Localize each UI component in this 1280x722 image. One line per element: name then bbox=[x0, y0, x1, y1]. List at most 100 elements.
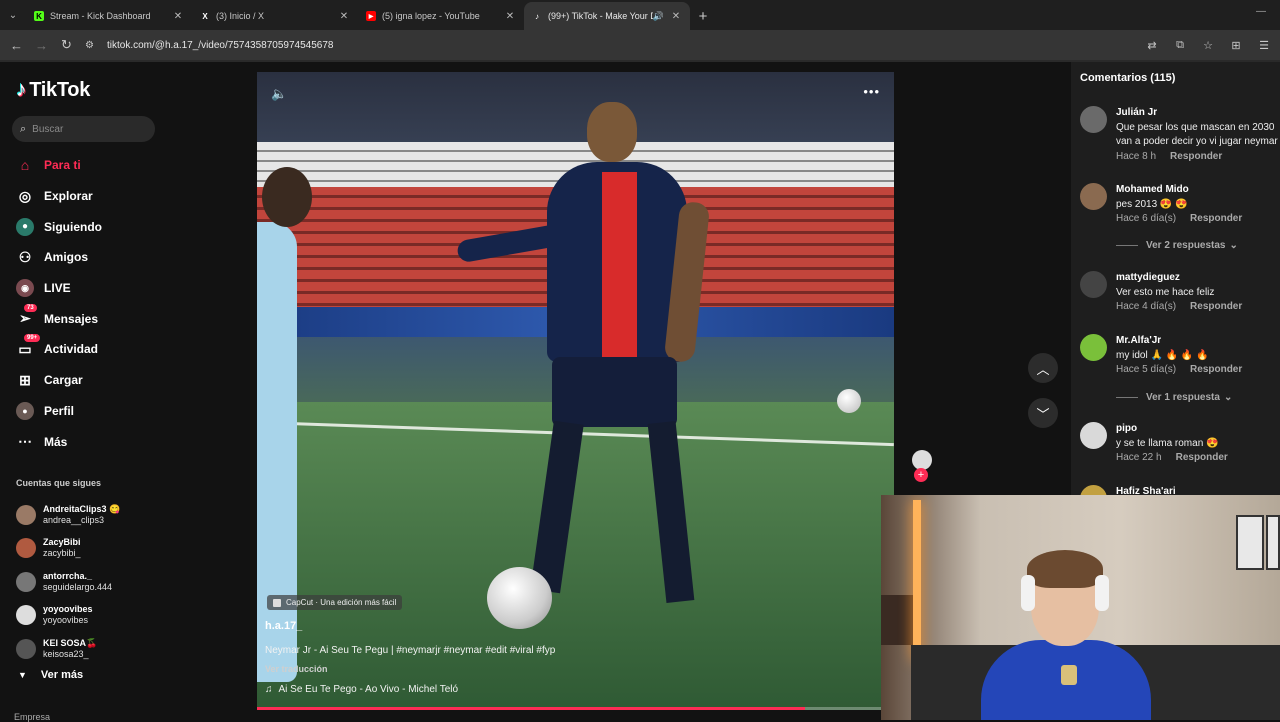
bookmark-star-icon[interactable]: ☆ bbox=[1194, 39, 1222, 52]
reply-button[interactable]: Responder bbox=[1190, 213, 1242, 224]
webcam-led-light bbox=[913, 500, 921, 660]
browser-tab-kick[interactable]: K Stream - Kick Dashboard ✕ bbox=[26, 2, 192, 30]
comment-user[interactable]: mattydieguez bbox=[1116, 271, 1242, 286]
tab-close-icon[interactable]: ✕ bbox=[504, 11, 516, 22]
volume-icon[interactable]: 🔈 bbox=[271, 86, 287, 102]
view-replies-button[interactable]: Ver 2 respuestas ⌄ bbox=[1116, 240, 1238, 251]
reply-button[interactable]: Responder bbox=[1176, 452, 1228, 463]
see-translation-link[interactable]: Ver traducción bbox=[265, 664, 328, 674]
following-item[interactable]: AndreitaClips3 😋 andrea__clips3 bbox=[16, 498, 120, 532]
translate-icon[interactable]: ⇄ bbox=[1138, 39, 1166, 52]
browser-tab-x[interactable]: X (3) Inicio / X ✕ bbox=[192, 2, 358, 30]
reply-button[interactable]: Responder bbox=[1190, 364, 1242, 375]
tab-close-icon[interactable]: ✕ bbox=[338, 11, 350, 22]
toolbar-icons: ⇄ ⧉ ☆ ⊞ ☰ bbox=[1138, 39, 1278, 52]
creator-avatar[interactable] bbox=[912, 450, 932, 470]
sidebar-item-label: Explorar bbox=[44, 189, 93, 204]
sidebar-item-perfil[interactable]: ● Perfil bbox=[16, 396, 102, 427]
sidebar-item-para-ti[interactable]: ⌂ Para ti bbox=[16, 150, 102, 181]
youtube-icon: ▶ bbox=[366, 11, 376, 21]
video-description: Neymar Jr - Ai Seu Te Pegu | #neymarjr #… bbox=[265, 645, 556, 656]
previous-video-button[interactable]: ︿ bbox=[1028, 353, 1058, 383]
next-video-button[interactable]: ﹀ bbox=[1028, 398, 1058, 428]
following-name: antorrcha._ bbox=[43, 570, 93, 581]
extensions-icon[interactable]: ⊞ bbox=[1222, 39, 1250, 52]
following-item[interactable]: antorrcha._ seguidelargo.444 bbox=[16, 565, 120, 599]
reply-button[interactable]: Responder bbox=[1190, 301, 1242, 312]
browser-toolbar: ← → ↻ ⚙ tiktok.com/@h.a.17_/video/757435… bbox=[0, 30, 1280, 60]
tab-close-icon[interactable]: ✕ bbox=[172, 11, 184, 22]
video-author[interactable]: h.a.17_ bbox=[265, 620, 302, 632]
sidebar-item-label: Cargar bbox=[44, 373, 83, 388]
comment-text: my idol 🙏 🔥 🔥 🔥 bbox=[1116, 349, 1209, 361]
site-info-icon[interactable]: ⚙ bbox=[85, 40, 103, 51]
sidebar-item-mas[interactable]: ⋯ Más bbox=[16, 426, 102, 457]
avatar[interactable] bbox=[1080, 422, 1107, 449]
following-item[interactable]: yoyoovibes yoyoovibes bbox=[16, 599, 120, 633]
sidebar-item-label: Mensajes bbox=[44, 311, 99, 326]
tab-audio-icon[interactable]: 🔊 bbox=[653, 11, 664, 22]
sidebar-item-mensajes[interactable]: ➢ 73 Mensajes bbox=[16, 303, 102, 334]
comment-user[interactable]: pipo bbox=[1116, 422, 1228, 437]
search-input[interactable]: ⌕ Buscar bbox=[12, 116, 155, 142]
sidebar-item-label: Perfil bbox=[44, 403, 75, 418]
video-progress-bar[interactable] bbox=[257, 707, 894, 710]
comment-user[interactable]: Julián Jr bbox=[1116, 106, 1278, 121]
reply-button[interactable]: Responder bbox=[1170, 151, 1222, 162]
minimize-icon[interactable]: — bbox=[1256, 6, 1266, 17]
view-replies-button[interactable]: Ver 1 respuesta ⌄ bbox=[1116, 392, 1232, 403]
comment-text: pes 2013 😍 😍 bbox=[1116, 198, 1188, 210]
tab-title: (3) Inicio / X bbox=[216, 11, 265, 21]
tab-title: Stream - Kick Dashboard bbox=[50, 11, 151, 21]
following-item[interactable]: ZacyBibi zacybibi_ bbox=[16, 532, 120, 566]
comment-user[interactable]: Mohamed Mido bbox=[1116, 183, 1242, 198]
avatar[interactable] bbox=[1080, 183, 1107, 210]
footer-link[interactable]: Empresa bbox=[14, 712, 50, 722]
divider bbox=[1116, 397, 1138, 398]
tiktok-logo[interactable]: ♪ TikTok bbox=[16, 78, 90, 102]
capcut-icon bbox=[273, 598, 281, 607]
sidebar-item-explorar[interactable]: ◎ Explorar bbox=[16, 181, 102, 212]
video-frame-player-stripe bbox=[602, 172, 637, 362]
sidebar-item-amigos[interactable]: ⚇ Amigos bbox=[16, 242, 102, 273]
comment-text: Ver esto me hace feliz bbox=[1116, 286, 1215, 298]
browser-tabbar: ⌄ K Stream - Kick Dashboard ✕ X (3) Inic… bbox=[0, 0, 1280, 30]
new-tab-button[interactable]: + bbox=[690, 2, 716, 30]
music-link[interactable]: ♫ Ai Se Eu Te Pego - Ao Vivo - Michel Te… bbox=[265, 684, 458, 695]
tab-close-icon[interactable]: ✕ bbox=[670, 11, 682, 22]
back-icon[interactable]: ← bbox=[4, 38, 29, 53]
comment-text: y se te llama roman 😍 bbox=[1116, 437, 1219, 449]
comment-user[interactable]: Mr.Alfa'Jr bbox=[1116, 334, 1242, 349]
headset-icon bbox=[1095, 575, 1109, 611]
more-options-icon[interactable]: ••• bbox=[863, 84, 880, 99]
follow-plus-icon[interactable]: + bbox=[914, 468, 928, 482]
sidebar-item-siguiendo[interactable]: ● Siguiendo bbox=[16, 211, 102, 242]
cast-icon[interactable]: ⧉ bbox=[1166, 39, 1194, 52]
video-player[interactable]: 🔈 ••• CapCut · Una edición más fácil h.a… bbox=[257, 72, 894, 710]
avatar[interactable] bbox=[1080, 106, 1107, 133]
browser-tab-youtube[interactable]: ▶ (5) igna lopez - YouTube ✕ bbox=[358, 2, 524, 30]
sidebar-nav: ⌂ Para ti ◎ Explorar ● Siguiendo ⚇ Amigo… bbox=[16, 150, 102, 457]
forward-icon[interactable]: → bbox=[29, 38, 54, 53]
avatar[interactable] bbox=[1080, 271, 1107, 298]
following-item[interactable]: KEI SOSA🍒 keisosa23_ bbox=[16, 632, 120, 666]
reading-list-icon[interactable]: ☰ bbox=[1250, 39, 1278, 52]
avatar[interactable] bbox=[1080, 334, 1107, 361]
comment-item: Mr.Alfa'Jr my idol 🙏 🔥 🔥 🔥 Hace 5 día(s)… bbox=[1080, 334, 1280, 378]
capcut-tag[interactable]: CapCut · Una edición más fácil bbox=[267, 595, 403, 610]
comment-item: Mohamed Mido pes 2013 😍 😍 Hace 6 día(s) R… bbox=[1080, 183, 1280, 227]
see-more-button[interactable]: ▼ Ver más bbox=[18, 669, 83, 681]
sidebar-item-cargar[interactable]: ⊞ Cargar bbox=[16, 365, 102, 396]
address-bar[interactable]: ⚙ tiktok.com/@h.a.17_/video/757435870597… bbox=[85, 34, 1125, 56]
browser-tab-tiktok[interactable]: ♪ (99+) TikTok - Make Your Da 🔊 ✕ bbox=[524, 2, 690, 30]
chevron-down-icon: ⌄ bbox=[1223, 392, 1233, 403]
sidebar-item-actividad[interactable]: ▭ 99+ Actividad bbox=[16, 334, 102, 365]
x-icon: X bbox=[202, 11, 208, 21]
tab-title: (5) igna lopez - YouTube bbox=[382, 11, 480, 21]
comment-item: Julián Jr Que pesar los que mascan en 20… bbox=[1080, 106, 1280, 164]
tab-search-icon[interactable]: ⌄ bbox=[0, 0, 26, 30]
sidebar-item-label: LIVE bbox=[44, 281, 71, 296]
sidebar-item-live[interactable]: ◉ LIVE bbox=[16, 273, 102, 304]
reload-icon[interactable]: ↻ bbox=[54, 37, 79, 53]
video-progress-fill bbox=[257, 707, 805, 710]
